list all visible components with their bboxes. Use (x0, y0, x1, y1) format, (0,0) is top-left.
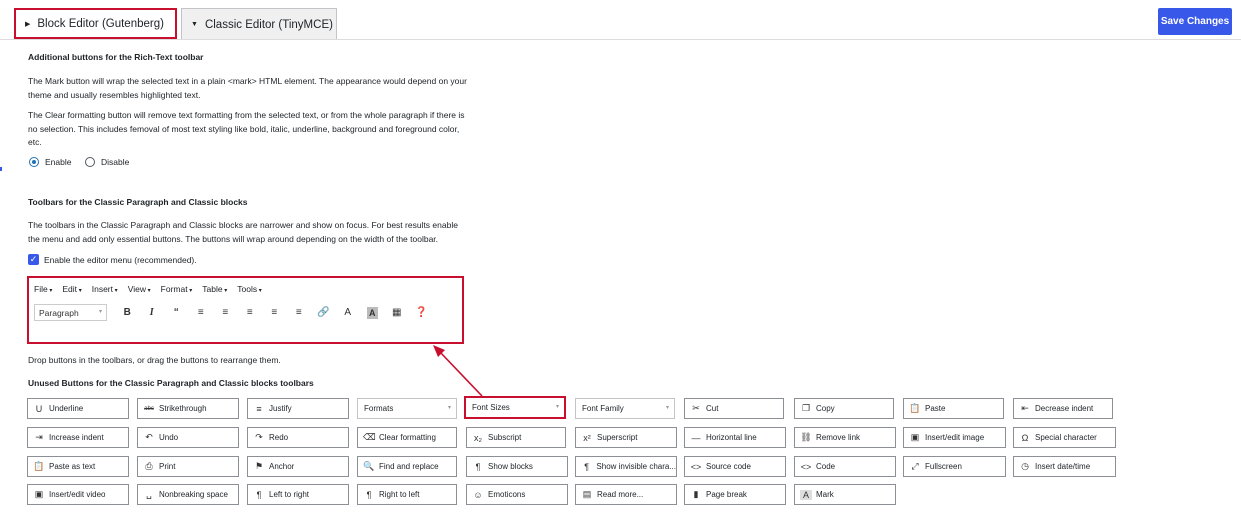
underline-button[interactable]: U Underline (27, 398, 129, 419)
underline-icon: U (35, 403, 43, 414)
smiley-icon: ☺ (473, 489, 483, 500)
clock-icon: ◷ (1021, 461, 1029, 471)
image-icon: ▣ (910, 432, 920, 442)
omega-icon: Ω (1021, 432, 1029, 443)
print-button[interactable]: ⎙ Print (137, 456, 239, 477)
paste-button[interactable]: 📋 Paste (903, 398, 1004, 419)
code-button[interactable]: <> Code (794, 456, 896, 477)
copy-icon: ❐ (801, 403, 811, 413)
subscript-button[interactable]: x₂ Subscript (466, 427, 566, 448)
page-break-button[interactable]: ▮ Page break (684, 484, 786, 505)
paste-as-text-button[interactable]: 📋 Paste as text (27, 456, 129, 477)
insert-video-button[interactable]: ▣ Insert/edit video (27, 484, 129, 505)
mark-button[interactable]: A Mark (794, 484, 896, 505)
anchor-button[interactable]: ⚑ Anchor (247, 456, 349, 477)
video-icon: ▣ (34, 489, 44, 499)
subscript-icon: x₂ (474, 432, 482, 443)
rtl-icon: ¶ (366, 489, 372, 500)
fullscreen-button[interactable]: ⤢ Fullscreen (903, 456, 1006, 477)
undo-icon: ↶ (145, 432, 153, 442)
formats-select[interactable]: Formats (357, 398, 457, 419)
eraser-icon: ⌫ (363, 432, 376, 442)
cut-button[interactable]: ✂ Cut (684, 398, 784, 419)
source-code-button[interactable]: <> Source code (684, 456, 786, 477)
unused-buttons-heading: Unused Buttons for the Classic Paragraph… (28, 378, 314, 388)
read-more-button[interactable]: ▤ Read more... (575, 484, 677, 505)
right-to-left-button[interactable]: ¶ Right to left (357, 484, 457, 505)
code-icon: <> (690, 461, 702, 472)
insert-image-button[interactable]: ▣ Insert/edit image (903, 427, 1006, 448)
font-family-select[interactable]: Font Family (575, 398, 675, 419)
superscript-button[interactable]: x² Superscript (575, 427, 677, 448)
left-to-right-button[interactable]: ¶ Left to right (247, 484, 349, 505)
redo-icon: ↷ (255, 432, 263, 442)
font-sizes-select[interactable]: Font Sizes (464, 396, 566, 419)
show-blocks-button[interactable]: ¶ Show blocks (466, 456, 568, 477)
justify-button[interactable]: ≡ Justify (247, 398, 349, 419)
justify-icon: ≡ (256, 403, 262, 414)
decrease-indent-button[interactable]: ⇤ Decrease indent (1013, 398, 1113, 419)
increase-indent-button[interactable]: ⇥ Increase indent (27, 427, 129, 448)
horizontal-line-icon: — (691, 432, 701, 443)
mark-icon: A (800, 489, 812, 500)
pilcrow-icon: ¶ (475, 461, 481, 472)
paste-icon: 📋 (909, 403, 921, 413)
nonbreaking-space-button[interactable]: ␣ Nonbreaking space (137, 484, 239, 505)
printer-icon: ⎙ (145, 461, 153, 471)
find-replace-button[interactable]: 🔍 Find and replace (357, 456, 457, 477)
unlink-icon: ⛓ (800, 432, 812, 442)
page-break-icon: ▮ (693, 489, 699, 499)
bookmark-icon: ⚑ (254, 461, 264, 471)
code-icon: <> (800, 461, 812, 472)
paste-text-icon: 📋 (33, 461, 45, 471)
scissors-icon: ✂ (692, 403, 700, 413)
superscript-icon: x² (583, 432, 591, 443)
copy-button[interactable]: ❐ Copy (794, 398, 894, 419)
show-invisible-button[interactable]: ¶ Show invisible chara... (575, 456, 677, 477)
nbsp-icon: ␣ (146, 489, 152, 499)
strikethrough-icon: abc (144, 405, 154, 412)
indent-icon: ⇥ (35, 432, 43, 442)
undo-button[interactable]: ↶ Undo (137, 427, 239, 448)
ltr-icon: ¶ (256, 489, 262, 500)
horizontal-line-button[interactable]: — Horizontal line (684, 427, 786, 448)
special-character-button[interactable]: Ω Special character (1013, 427, 1116, 448)
redo-button[interactable]: ↷ Redo (247, 427, 349, 448)
insert-datetime-button[interactable]: ◷ Insert date/time (1013, 456, 1116, 477)
read-more-icon: ▤ (582, 489, 592, 499)
pilcrow-icon: ¶ (584, 461, 590, 472)
fullscreen-icon: ⤢ (911, 461, 919, 471)
clear-formatting-button[interactable]: ⌫ Clear formatting (357, 427, 457, 448)
remove-link-button[interactable]: ⛓ Remove link (794, 427, 896, 448)
drop-hint: Drop buttons in the toolbars, or drag th… (28, 355, 281, 365)
emoticons-button[interactable]: ☺ Emoticons (466, 484, 568, 505)
strikethrough-button[interactable]: abc Strikethrough (137, 398, 239, 419)
outdent-icon: ⇤ (1021, 403, 1029, 413)
find-replace-icon: 🔍 (363, 461, 375, 471)
